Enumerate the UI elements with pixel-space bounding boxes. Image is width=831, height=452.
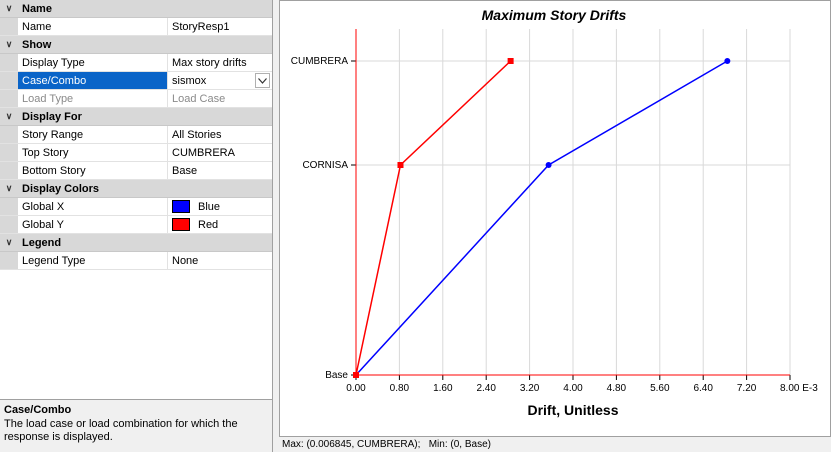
x-tick-label: 0.80 [390,383,410,394]
y-tick-label: CUMBRERA [291,56,349,67]
global-y-color-name: Red [198,218,219,231]
data-point[interactable] [724,58,731,64]
category-display-for[interactable]: ∨ Display For [0,108,272,126]
x-tick-label: 6.40 [693,383,713,394]
property-row-global-y[interactable]: Global Y Red [0,216,272,234]
x-tick-label: 0.00 [346,383,366,394]
category-label: Name [22,2,52,15]
category-label: Display For [22,110,82,123]
category-label: Legend [22,236,62,249]
property-name: Legend Type [18,252,168,269]
properties-panel: ∨ Name Name StoryResp1 ∨ Show Display Ty… [0,0,273,452]
property-name: Display Type [18,54,168,71]
category-name[interactable]: ∨ Name [0,0,272,18]
chevron-down-icon[interactable]: ∨ [0,39,18,50]
x-tick-label: 2.40 [476,383,496,394]
property-row-top-story[interactable]: Top Story CUMBRERA [0,144,272,162]
display-type-value[interactable]: Max story drifts [168,54,272,71]
chart-frame: Maximum Story Drifts Drift, Unitless 0.0… [279,0,831,437]
property-description: Case/Combo The load case or load combina… [0,399,272,452]
x-tick-label: 5.60 [650,383,670,394]
x-tick-label: 3.20 [520,383,540,394]
category-show[interactable]: ∨ Show [0,36,272,54]
row-gutter [0,90,18,107]
chevron-down-icon[interactable]: ∨ [0,3,18,14]
global-x-color-name: Blue [198,200,221,213]
chevron-down-icon[interactable]: ∨ [0,111,18,122]
x-tick-label: 4.00 [563,383,583,394]
y-tick-label: CORNISA [302,160,348,171]
property-row-name[interactable]: Name StoryResp1 [0,18,272,36]
property-grid: ∨ Name Name StoryResp1 ∨ Show Display Ty… [0,0,272,399]
category-display-colors[interactable]: ∨ Display Colors [0,180,272,198]
case-combo-value: sismox [172,74,207,87]
chart-area: Maximum Story Drifts Drift, Unitless 0.0… [279,0,831,452]
category-label: Show [22,38,52,51]
story-drift-chart: Maximum Story Drifts Drift, Unitless 0.0… [291,7,818,418]
series-line-global-x [355,60,728,376]
chevron-down-icon[interactable]: ∨ [0,237,18,248]
property-name: Top Story [18,144,168,161]
y-tick-label: Base [325,370,348,381]
property-row-load-type: Load Type Load Case [0,90,272,108]
description-text: The load case or load combination for wh… [4,418,238,443]
row-gutter [0,162,18,179]
row-gutter [0,198,18,215]
property-name: Load Type [18,90,168,107]
story-response-window: ∨ Name Name StoryResp1 ∨ Show Display Ty… [0,0,831,452]
property-row-display-type[interactable]: Display Type Max story drifts [0,54,272,72]
property-name: Story Range [18,126,168,143]
property-name: Case/Combo [18,72,168,89]
property-name: Global Y [18,216,168,233]
data-point[interactable] [545,162,552,168]
case-combo-select[interactable]: sismox [168,72,272,89]
legend-type-value[interactable]: None [168,252,272,269]
row-gutter [0,72,18,89]
x-tick-label: 7.20 [737,383,757,394]
property-name: Name [18,18,168,35]
property-row-bottom-story[interactable]: Bottom Story Base [0,162,272,180]
property-row-global-x[interactable]: Global X Blue [0,198,272,216]
chart-title: Maximum Story Drifts [482,7,627,23]
row-gutter [0,216,18,233]
row-gutter [0,54,18,71]
global-x-color-field[interactable]: Blue [168,198,272,215]
property-row-story-range[interactable]: Story Range All Stories [0,126,272,144]
x-axis-title: Drift, Unitless [527,402,618,418]
property-name: Global X [18,198,168,215]
row-gutter [0,18,18,35]
data-point[interactable] [397,162,404,168]
chevron-down-icon[interactable]: ∨ [0,183,18,194]
color-swatch-blue[interactable] [172,200,190,213]
category-legend[interactable]: ∨ Legend [0,234,272,252]
x-tick-label: 1.60 [433,383,453,394]
row-gutter [0,252,18,269]
name-value-field[interactable]: StoryResp1 [168,18,272,35]
data-point[interactable] [507,58,514,64]
bottom-story-value[interactable]: Base [168,162,272,179]
property-name: Bottom Story [18,162,168,179]
x-tick-label: 8.00 E-3 [780,383,818,394]
dropdown-arrow-icon[interactable] [255,73,270,88]
property-row-legend-type[interactable]: Legend Type None [0,252,272,270]
row-gutter [0,126,18,143]
global-y-color-field[interactable]: Red [168,216,272,233]
x-tick-label: 4.80 [607,383,627,394]
story-range-value[interactable]: All Stories [168,126,272,143]
data-point[interactable] [353,372,359,378]
top-story-value[interactable]: CUMBRERA [168,144,272,161]
description-title: Case/Combo [4,404,72,416]
category-label: Display Colors [22,182,100,195]
color-swatch-red[interactable] [172,218,190,231]
row-gutter [0,144,18,161]
status-bar-text: Max: (0.006845, CUMBRERA); Min: (0, Base… [282,439,491,450]
series-line-global-y [355,60,512,376]
property-row-case-combo[interactable]: Case/Combo sismox [0,72,272,90]
load-type-value: Load Case [172,92,226,105]
